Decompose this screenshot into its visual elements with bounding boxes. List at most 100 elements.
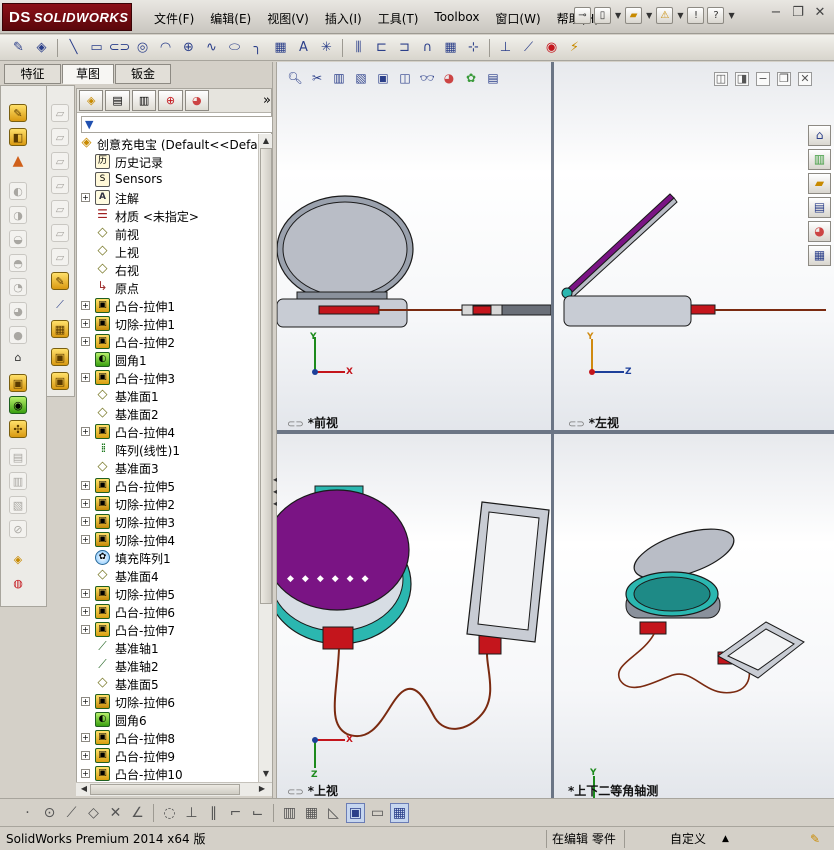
- tree-item[interactable]: ◐ 圆角6: [77, 711, 261, 729]
- new-document-icon[interactable]: ▯: [594, 7, 611, 24]
- intersection-snap-icon[interactable]: ✕: [106, 803, 125, 823]
- viewport-front[interactable]: 🔍︎ ✂ ▥ ▧ ▣ ◫ 👓︎ ◕ ✿ ▤ Y X ⊂⊃ *前视: [277, 62, 551, 430]
- tree-item[interactable]: + ▣ 凸台-拉伸1: [77, 297, 261, 315]
- sketch-tool-icon[interactable]: ✎: [9, 104, 27, 122]
- ellipse-icon[interactable]: ⬭: [224, 38, 245, 58]
- viewport-left[interactable]: ◫ ◨ − ❐ ✕ Y Z ⊂⊃ *左视: [554, 62, 834, 430]
- hole-wizard-icon[interactable]: ✣: [9, 420, 27, 438]
- open-folder-icon[interactable]: ▰: [625, 7, 643, 24]
- expand-icon[interactable]: +: [81, 697, 90, 706]
- line-snap-icon[interactable]: ⟋: [62, 803, 81, 823]
- tree-item[interactable]: + A 注解: [77, 189, 261, 207]
- spline-icon[interactable]: ∿: [201, 38, 222, 58]
- tree-filter-input[interactable]: ▼: [81, 116, 273, 133]
- fill-pattern-icon[interactable]: ▣: [51, 372, 69, 390]
- expand-icon[interactable]: +: [81, 517, 90, 526]
- circle-icon[interactable]: ◎: [132, 38, 153, 58]
- offset-icon[interactable]: ∩: [417, 38, 438, 58]
- repair-icon[interactable]: ⟋: [518, 38, 539, 58]
- trim-icon[interactable]: ⊏: [371, 38, 392, 58]
- tree-item[interactable]: + ▣ 凸台-拉伸2: [77, 333, 261, 351]
- tree-item[interactable]: 历历史记录: [77, 153, 261, 171]
- move-copy-icon[interactable]: ⟋: [51, 296, 69, 314]
- configuration-tab-icon[interactable]: ▥: [131, 90, 157, 111]
- menu-window[interactable]: 窗口(W): [487, 8, 548, 29]
- expand-icon[interactable]: +: [81, 625, 90, 634]
- scroll-down-icon[interactable]: ▼: [260, 768, 272, 780]
- minimize-icon[interactable]: −: [768, 6, 784, 22]
- restore-icon[interactable]: ❐: [790, 6, 806, 22]
- expand-icon[interactable]: +: [81, 337, 90, 346]
- instant3d-icon[interactable]: ◍: [9, 574, 27, 592]
- tree-item[interactable]: ◇ 基准面2: [77, 405, 261, 423]
- tree-item[interactable]: + ▣ 凸台-拉伸3: [77, 369, 261, 387]
- tangent-snap-icon[interactable]: ◌: [160, 803, 179, 823]
- tree-item[interactable]: ◇ 基准面3: [77, 459, 261, 477]
- mirror-feature-icon[interactable]: ▣: [51, 348, 69, 366]
- chevron-down-icon[interactable]: ▼: [677, 11, 683, 20]
- close-icon[interactable]: ✕: [812, 6, 828, 22]
- perpendicular-snap-icon[interactable]: ⊥: [182, 803, 201, 823]
- tree-item[interactable]: ◇ 前视: [77, 225, 261, 243]
- wrap-icon[interactable]: ⌂: [9, 348, 27, 366]
- expand-icon[interactable]: +: [81, 607, 90, 616]
- tree-item[interactable]: + ▣ 切除-拉伸5: [77, 585, 261, 603]
- tree-item[interactable]: + ▣ 凸台-拉伸7: [77, 621, 261, 639]
- tree-item[interactable]: + ▣ 凸台-拉伸5: [77, 477, 261, 495]
- tree-item[interactable]: ◐ 圆角1: [77, 351, 261, 369]
- tree-item[interactable]: ✿ 填充阵列1: [77, 549, 261, 567]
- arc-icon[interactable]: ◠: [155, 38, 176, 58]
- link-views-icon[interactable]: ⊂⊃: [287, 419, 304, 430]
- expand-icon[interactable]: +: [81, 589, 90, 598]
- menu-tools[interactable]: 工具(T): [370, 8, 427, 29]
- appearances-icon[interactable]: ◕: [808, 221, 831, 242]
- slot-icon[interactable]: ⊂⊃: [109, 38, 131, 58]
- tree-item[interactable]: + ▣ 凸台-拉伸8: [77, 729, 261, 747]
- expand-panel-icon[interactable]: »: [263, 93, 271, 108]
- expand-icon[interactable]: +: [81, 733, 90, 742]
- tab-features[interactable]: 特征: [4, 64, 61, 84]
- mirror-icon[interactable]: ⫼: [348, 38, 369, 58]
- feature-tree-tab-icon[interactable]: ◈: [79, 90, 104, 111]
- link-views-icon[interactable]: ⊂⊃: [287, 787, 304, 798]
- menu-file[interactable]: 文件(F): [146, 8, 202, 29]
- vertical-snap-icon[interactable]: ⌙: [248, 803, 267, 823]
- tree-item[interactable]: ☰ 材质 <未指定>: [77, 207, 261, 225]
- center-snap-icon[interactable]: ⊙: [40, 803, 59, 823]
- view-palette-icon[interactable]: ▤: [808, 197, 831, 218]
- pin-icon[interactable]: ⊸: [574, 7, 591, 24]
- single-viewport-icon[interactable]: ▭: [368, 803, 387, 823]
- cut-extrude-icon[interactable]: ◉: [9, 396, 27, 414]
- chevron-down-icon[interactable]: ▼: [615, 11, 621, 20]
- tree-item[interactable]: + ▣ 切除-拉伸2: [77, 495, 261, 513]
- tree-item[interactable]: ⟋ 基准轴2: [77, 657, 261, 675]
- extrude-boss-icon[interactable]: ▣: [9, 374, 27, 392]
- tab-sheet-metal[interactable]: 钣金: [115, 64, 171, 84]
- design-library-icon[interactable]: ▥: [808, 149, 831, 170]
- four-viewport-icon[interactable]: ▦: [390, 802, 409, 823]
- tree-item[interactable]: + ▣ 切除-拉伸1: [77, 315, 261, 333]
- plane-icon[interactable]: ▦: [270, 38, 291, 58]
- scroll-left-icon[interactable]: ◀: [78, 783, 90, 795]
- tree-item[interactable]: + ▣ 凸台-拉伸6: [77, 603, 261, 621]
- expand-icon[interactable]: +: [81, 319, 90, 328]
- grid-icon[interactable]: ▦: [302, 803, 321, 823]
- smart-dimension-icon[interactable]: ◈: [31, 38, 52, 58]
- expand-icon[interactable]: +: [81, 193, 90, 202]
- expand-icon[interactable]: +: [81, 769, 90, 778]
- angle-icon[interactable]: ◺: [324, 803, 343, 823]
- home-icon[interactable]: ⌂: [808, 125, 831, 146]
- tree-item[interactable]: ◇ 基准面1: [77, 387, 261, 405]
- angle-snap-icon[interactable]: ∠: [128, 803, 147, 823]
- rectangle-icon[interactable]: ▭: [86, 38, 107, 58]
- cone-icon[interactable]: ▲: [9, 152, 27, 170]
- quadrant-snap-icon[interactable]: ◇: [84, 803, 103, 823]
- expand-icon[interactable]: +: [81, 751, 90, 760]
- relations-icon[interactable]: ⊥: [495, 38, 516, 58]
- convert-icon[interactable]: ⊐: [394, 38, 415, 58]
- instant2d-icon[interactable]: ◉: [541, 38, 562, 58]
- expand-icon[interactable]: +: [81, 481, 90, 490]
- tree-item[interactable]: ◇ 上视: [77, 243, 261, 261]
- tree-horizontal-scrollbar[interactable]: ◀ ▶: [76, 782, 272, 796]
- chevron-up-icon[interactable]: ▲: [722, 830, 729, 848]
